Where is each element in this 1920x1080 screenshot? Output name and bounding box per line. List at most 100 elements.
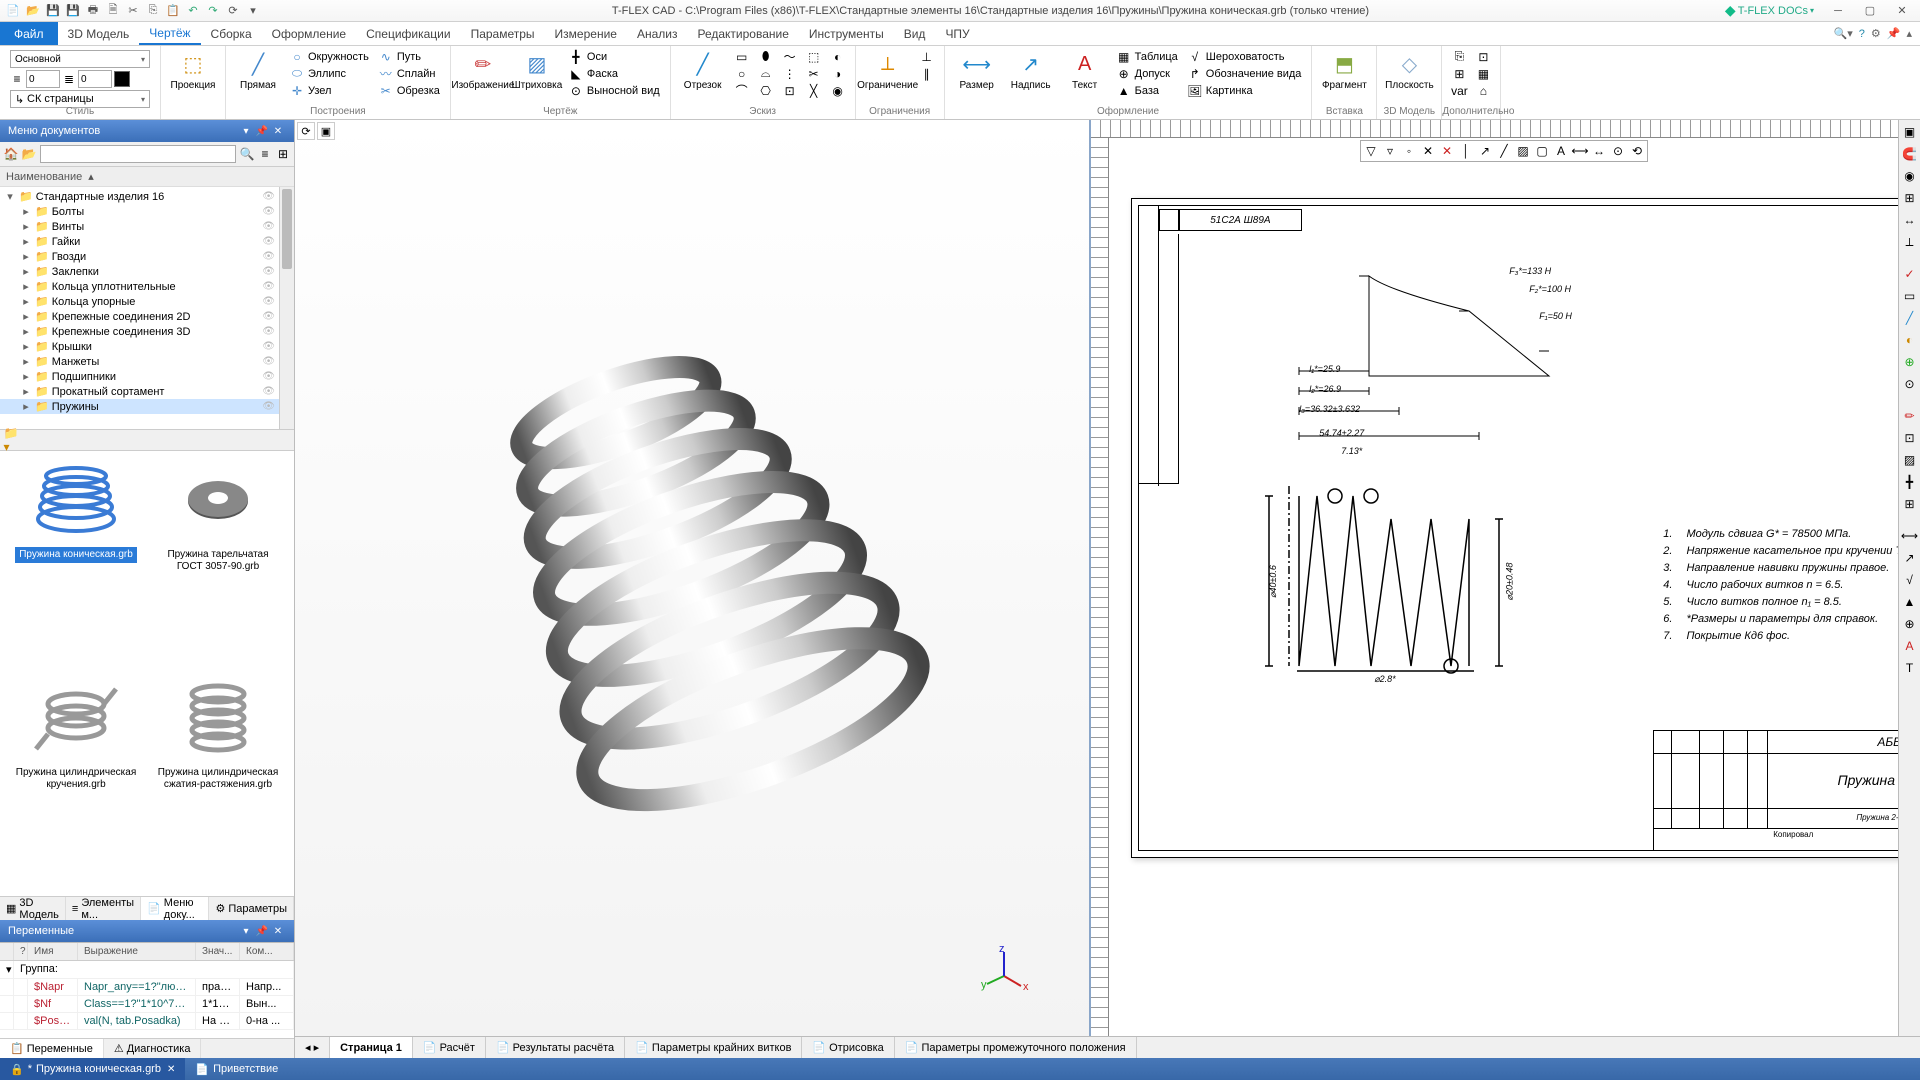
btn-sk-3[interactable]: ⎔ bbox=[755, 82, 777, 99]
linewidth-1[interactable] bbox=[26, 70, 60, 88]
btn-segment[interactable]: ╱Отрезок bbox=[677, 48, 729, 93]
qat-print-icon[interactable]: 🖶 bbox=[84, 2, 102, 20]
btn-tolerance[interactable]: ⊕Допуск bbox=[1113, 65, 1182, 82]
tree-item[interactable]: ▸📁Прокатный сортамент👁 bbox=[0, 384, 279, 399]
btn-node[interactable]: ✛Узел bbox=[286, 82, 373, 99]
btn-x4[interactable]: ⊡ bbox=[1472, 48, 1494, 65]
pin-icon[interactable]: ▾ bbox=[238, 123, 254, 139]
tab-cnc[interactable]: ЧПУ bbox=[935, 22, 979, 45]
btab-elements[interactable]: ≡Элементы м... bbox=[66, 897, 141, 920]
vars-header[interactable]: ? Имя Выражение Знач... Ком... bbox=[0, 943, 294, 961]
vars-row[interactable]: $NfClass==1?"1*10^7":(Class==2?"...1*10^… bbox=[0, 996, 294, 1013]
btn-x1[interactable]: ⎘ bbox=[1448, 48, 1470, 65]
rt-icon[interactable]: ◐ bbox=[1900, 330, 1920, 350]
btn-sk-1[interactable]: ⬮ bbox=[755, 48, 777, 65]
qat-refresh-icon[interactable]: ⟳ bbox=[224, 2, 242, 20]
btab-params[interactable]: ⚙Параметры bbox=[209, 897, 294, 920]
btn-annotation[interactable]: ↗Надпись bbox=[1005, 48, 1057, 93]
btn-projection[interactable]: ⬚Проекция bbox=[167, 48, 219, 93]
btn-picture[interactable]: 🖼Картинка bbox=[1184, 82, 1306, 99]
tree-item[interactable]: ▸📁Кольца упорные👁 bbox=[0, 294, 279, 309]
tb-icon[interactable]: ▽ bbox=[1362, 142, 1380, 160]
qat-new-icon[interactable]: 📄 bbox=[4, 2, 22, 20]
close-tab-icon[interactable]: ✕ bbox=[167, 1064, 175, 1075]
tab-specs[interactable]: Спецификации bbox=[356, 22, 460, 45]
btn-axes[interactable]: ╋Оси bbox=[565, 48, 664, 65]
btn-sk-4[interactable]: ～ bbox=[779, 48, 801, 65]
help-icon[interactable]: ? bbox=[1859, 28, 1865, 40]
tab-assembly[interactable]: Сборка bbox=[201, 22, 262, 45]
rt-icon[interactable]: ↔ bbox=[1900, 210, 1920, 230]
file-tab[interactable]: Файл bbox=[0, 22, 58, 45]
tb-icon[interactable]: │ bbox=[1457, 142, 1475, 160]
rt-icon[interactable]: ⊙ bbox=[1900, 374, 1920, 394]
tree-item[interactable]: ▸📁Винты👁 bbox=[0, 219, 279, 234]
tab-measure[interactable]: Измерение bbox=[545, 22, 627, 45]
vars-row[interactable]: $Posad...val(N, tab.Posadka)На с...0-на … bbox=[0, 1013, 294, 1030]
vars-close-icon[interactable]: ✕ bbox=[270, 923, 286, 939]
rt-icon[interactable]: A bbox=[1900, 636, 1920, 656]
rt-icon[interactable]: ⟷ bbox=[1900, 526, 1920, 546]
rt-icon[interactable]: 🧲 bbox=[1900, 144, 1920, 164]
rt-icon[interactable]: ⊡ bbox=[1900, 428, 1920, 448]
ptab-nav[interactable]: ◂ ▸ bbox=[295, 1037, 330, 1058]
qat-save-icon[interactable]: 💾 bbox=[44, 2, 62, 20]
btn-detailview[interactable]: ⊙Выносной вид bbox=[565, 82, 664, 99]
tb-icon[interactable]: A bbox=[1552, 142, 1570, 160]
qat-redo-icon[interactable]: ↷ bbox=[204, 2, 222, 20]
tb-icon[interactable]: ╱ bbox=[1495, 142, 1513, 160]
btn-hatch[interactable]: ▨Штриховка bbox=[511, 48, 563, 93]
rt-icon[interactable]: ⊕ bbox=[1900, 614, 1920, 634]
qat-copy-icon[interactable]: ⎘ bbox=[144, 2, 162, 20]
rt-icon[interactable]: ╋ bbox=[1900, 472, 1920, 492]
tab-edit[interactable]: Редактирование bbox=[687, 22, 798, 45]
btn-chamfer[interactable]: ◣Фаска bbox=[565, 65, 664, 82]
tree-root[interactable]: ▾📁Стандартные изделия 16👁 bbox=[0, 189, 279, 204]
rt-icon[interactable]: ⟂ bbox=[1900, 232, 1920, 252]
btn-sk-10[interactable]: ◐ bbox=[827, 48, 849, 65]
doc-tab-welcome[interactable]: 📄Приветствие bbox=[185, 1058, 288, 1080]
v3d-view-icon[interactable]: ▣ bbox=[317, 122, 335, 140]
btn-line[interactable]: ╱Прямая bbox=[232, 48, 284, 93]
btab-docmenu[interactable]: 📄Меню доку... bbox=[141, 897, 209, 920]
qat-cut-icon[interactable]: ✂ bbox=[124, 2, 142, 20]
rt-icon[interactable]: ◉ bbox=[1900, 166, 1920, 186]
rt-icon[interactable]: ▣ bbox=[1900, 122, 1920, 142]
vtab-diag[interactable]: ⚠Диагностика bbox=[104, 1039, 202, 1058]
vars-pin-icon[interactable]: 📌 bbox=[254, 923, 270, 939]
tab-analysis[interactable]: Анализ bbox=[627, 22, 688, 45]
btn-path[interactable]: ∿Путь bbox=[375, 48, 444, 65]
view-2d[interactable]: ▽▿◦✕✕│↗╱▨▢A⟷↔⊙⟲ 51С2А Ш89А √Ra 6.3(√) bbox=[1091, 120, 1898, 1036]
docmenu-search[interactable] bbox=[40, 145, 236, 163]
rt-icon[interactable]: ⊞ bbox=[1900, 188, 1920, 208]
tree-item[interactable]: ▸📁Кольца уплотнительные👁 bbox=[0, 279, 279, 294]
rt-icon[interactable]: ⊞ bbox=[1900, 494, 1920, 514]
vars-group-row[interactable]: ▾Группа: bbox=[0, 961, 294, 979]
btn-datum[interactable]: ▲База bbox=[1113, 82, 1182, 99]
tb-icon[interactable]: ↗ bbox=[1476, 142, 1494, 160]
tb-icon[interactable]: ▢ bbox=[1533, 142, 1551, 160]
vars-drop-icon[interactable]: ▾ bbox=[238, 923, 254, 939]
gear-icon[interactable]: ⚙ bbox=[1871, 27, 1881, 40]
btn-x3[interactable]: var bbox=[1448, 82, 1470, 99]
tb-icon[interactable]: ⟲ bbox=[1628, 142, 1646, 160]
tab-drawing[interactable]: Чертёж bbox=[139, 22, 200, 45]
tree-item[interactable]: ▸📁Манжеты👁 bbox=[0, 354, 279, 369]
thumb-conical[interactable]: Пружина коническая.grb bbox=[8, 459, 144, 671]
btn-sk-11[interactable]: ◑ bbox=[827, 65, 849, 82]
vars-row[interactable]: $NaprNapr_any==1?"любое":(Napr==...прав.… bbox=[0, 979, 294, 996]
tree-item[interactable]: ▸📁Гайки👁 bbox=[0, 234, 279, 249]
rt-icon[interactable]: ▨ bbox=[1900, 450, 1920, 470]
search-go-icon[interactable]: 🔍 bbox=[240, 147, 254, 161]
tab-format[interactable]: Оформление bbox=[262, 22, 356, 45]
btn-text[interactable]: AТекст bbox=[1059, 48, 1111, 93]
close-button[interactable]: ✕ bbox=[1888, 1, 1916, 21]
color-swatch[interactable] bbox=[114, 71, 130, 87]
view-mode-icon[interactable]: ⊞ bbox=[276, 147, 290, 161]
close-panel-icon[interactable]: ✕ bbox=[270, 123, 286, 139]
tree-collapse-icon[interactable]: ≡ bbox=[258, 147, 272, 161]
home-icon[interactable]: 🏠 bbox=[4, 147, 18, 161]
rt-icon[interactable]: T bbox=[1900, 658, 1920, 678]
btn-image[interactable]: ✏Изображение bbox=[457, 48, 509, 93]
btn-sk-circle[interactable]: ○ bbox=[731, 65, 753, 82]
